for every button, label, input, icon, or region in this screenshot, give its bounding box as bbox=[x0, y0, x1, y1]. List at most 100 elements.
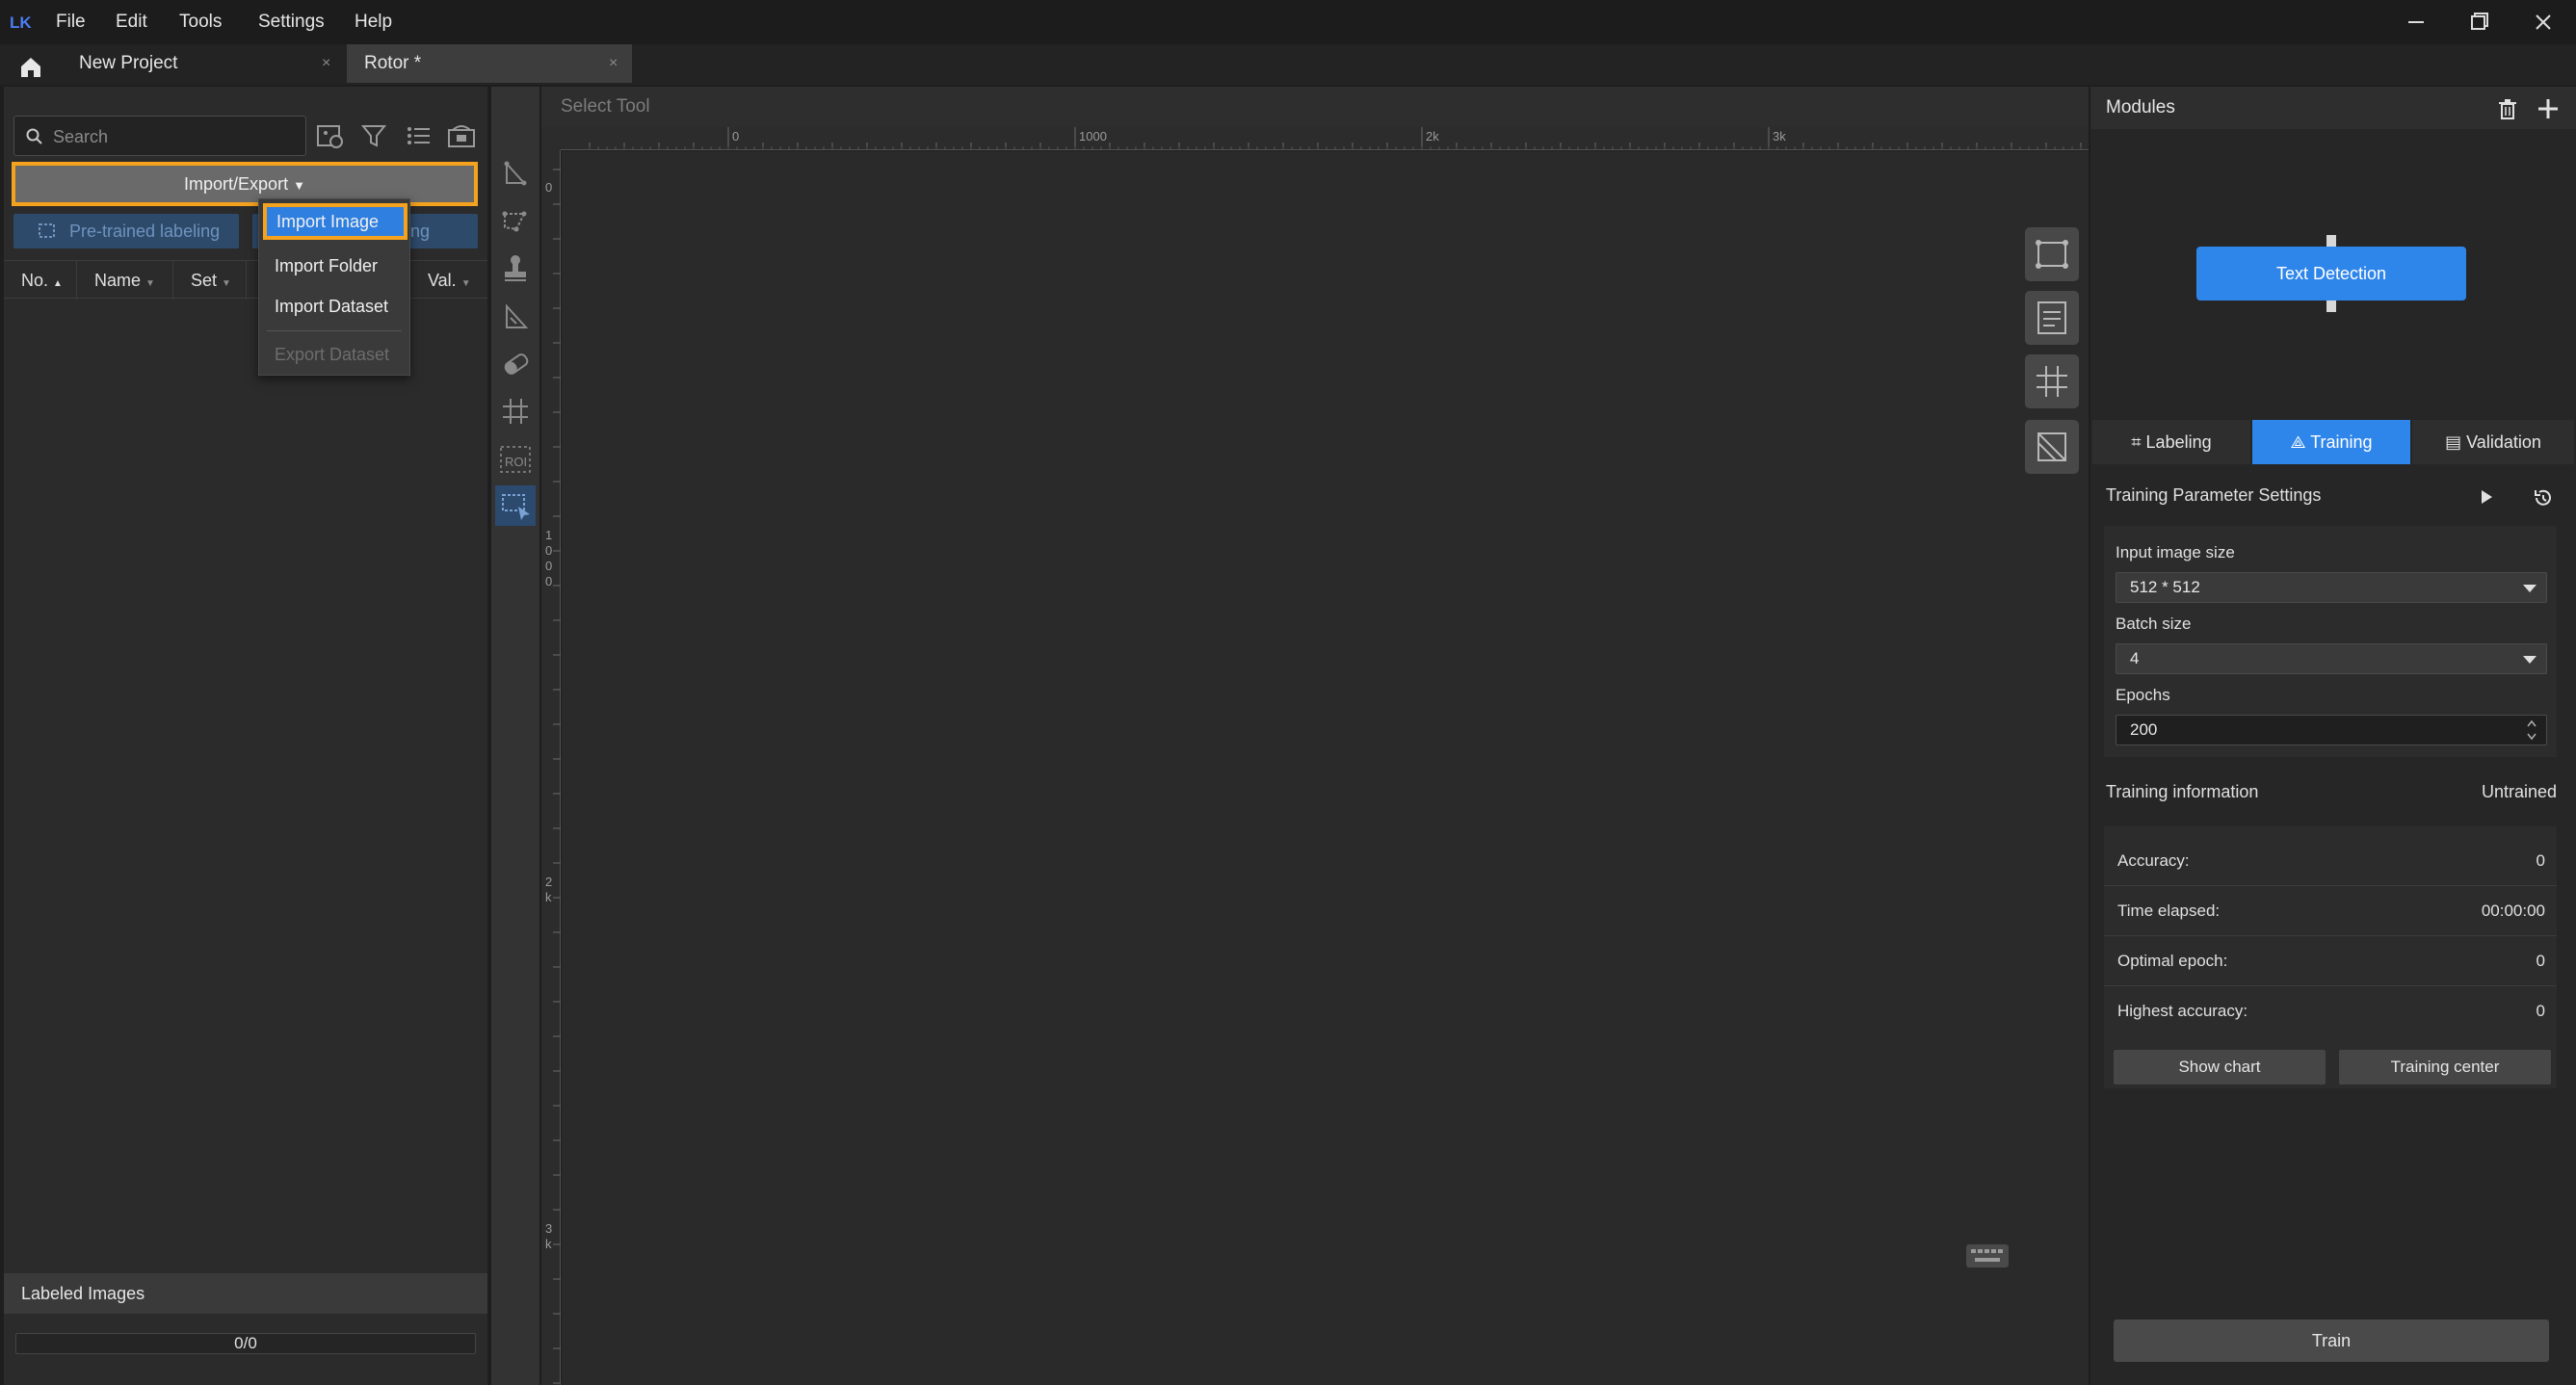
ruler-corner bbox=[541, 127, 561, 150]
menu-divider bbox=[267, 330, 402, 331]
batch-size-value: 4 bbox=[2130, 649, 2140, 667]
mask-tool-icon[interactable] bbox=[495, 297, 536, 337]
ruler-left-label: 3k bbox=[545, 1221, 553, 1251]
column-set[interactable]: Set ▼ bbox=[173, 261, 247, 300]
tab-label: New Project bbox=[79, 53, 178, 73]
info-row-optimal-epoch: Optimal epoch: 0 bbox=[2104, 936, 2557, 986]
tab-rotor[interactable]: Rotor * × bbox=[347, 44, 632, 83]
stepper-arrows-icon[interactable] bbox=[2525, 718, 2538, 743]
text-detection-module[interactable]: Text Detection bbox=[2196, 247, 2466, 301]
epochs-stepper[interactable]: 200 bbox=[2116, 715, 2547, 745]
column-val[interactable]: Val. ▼ bbox=[410, 261, 487, 300]
roi-tool-icon[interactable]: ROI bbox=[495, 439, 536, 480]
info-row-accuracy: Accuracy: 0 bbox=[2104, 836, 2557, 886]
add-icon[interactable] bbox=[2536, 96, 2561, 121]
epochs-value: 200 bbox=[2130, 720, 2158, 739]
ruler-left-label: 2k bbox=[545, 875, 553, 904]
labeled-images-title: Labeled Images bbox=[21, 1284, 145, 1303]
pretrained-labeling-label: Pre-trained labeling bbox=[69, 222, 221, 241]
canvas-toolbar: Select Tool bbox=[541, 87, 2089, 127]
import-export-menu: Import Image Import Folder Import Datase… bbox=[258, 198, 410, 376]
pretrained-labeling-icon bbox=[39, 223, 55, 238]
menu-export-dataset: Export Dataset bbox=[275, 345, 390, 364]
labeled-progress-text: 0/0 bbox=[234, 1334, 257, 1352]
delete-icon[interactable] bbox=[2495, 96, 2520, 121]
filter-icon[interactable] bbox=[358, 119, 391, 152]
menu-settings[interactable]: Settings bbox=[258, 0, 325, 44]
validation-icon: ▤ bbox=[2445, 432, 2462, 452]
training-parameter-settings-title: Training Parameter Settings bbox=[2106, 485, 2322, 505]
tab-new-project[interactable]: New Project × bbox=[62, 44, 343, 83]
tab-training[interactable]: ⟁ Training bbox=[2252, 420, 2410, 464]
modules-title: Modules bbox=[2106, 97, 2175, 118]
column-name[interactable]: Name ▼ bbox=[77, 261, 173, 300]
restore-icon[interactable] bbox=[2460, 8, 2499, 37]
text-detection-label: Text Detection bbox=[2275, 264, 2387, 283]
ruler-top-label: 2k bbox=[1426, 129, 1439, 144]
select-tool-icon[interactable] bbox=[495, 485, 536, 526]
ruler-top-label: 0 bbox=[732, 129, 740, 144]
menu-import-dataset[interactable]: Import Dataset bbox=[259, 288, 409, 325]
close-icon[interactable] bbox=[2524, 8, 2563, 37]
image-table-header: No. ▲ Name ▼ Set ▼ Val. ▼ bbox=[4, 260, 487, 300]
image-canvas[interactable] bbox=[562, 151, 2089, 1385]
polygon-tool-icon[interactable] bbox=[495, 154, 536, 195]
svg-text:LK: LK bbox=[10, 13, 32, 32]
modules-header: Modules bbox=[2090, 87, 2576, 129]
input-image-size-select[interactable]: 512 * 512 bbox=[2116, 572, 2547, 603]
search-field[interactable] bbox=[13, 116, 306, 156]
reset-icon[interactable] bbox=[2532, 487, 2553, 509]
keyboard-shortcuts-icon[interactable] bbox=[1963, 1237, 2011, 1275]
menu-import-folder[interactable]: Import Folder bbox=[259, 248, 409, 284]
chevron-down-icon bbox=[2523, 656, 2537, 664]
tab-label: Rotor * bbox=[364, 53, 422, 73]
module-input-port bbox=[2326, 235, 2336, 247]
info-row-highest-accuracy: Highest accuracy: 0 bbox=[2117, 1002, 2545, 1020]
grid-view-icon[interactable] bbox=[2025, 354, 2079, 408]
vertical-ruler: 0 1000 2k 3k bbox=[541, 150, 561, 1385]
bounding-box-view-icon[interactable] bbox=[2025, 227, 2079, 281]
camera-icon[interactable] bbox=[445, 119, 478, 152]
text-view-icon[interactable] bbox=[2025, 291, 2079, 345]
show-chart-button[interactable]: Show chart bbox=[2114, 1050, 2326, 1084]
pretrained-labeling-button[interactable]: Pre-trained labeling bbox=[13, 214, 239, 248]
ruler-top-label: 1000 bbox=[1079, 129, 1107, 144]
list-view-icon[interactable] bbox=[403, 119, 435, 152]
vertical-ruler-ticks bbox=[553, 169, 561, 1384]
labeling-icon: ⌗ bbox=[2131, 432, 2142, 452]
tab-close-icon[interactable]: × bbox=[609, 44, 618, 83]
column-number[interactable]: No. ▲ bbox=[4, 261, 77, 300]
labeled-images-bar: Labeled Images bbox=[4, 1273, 487, 1314]
tab-validation[interactable]: ▤ Validation bbox=[2412, 420, 2574, 464]
home-icon[interactable] bbox=[12, 50, 50, 83]
info-row-time-elapsed: Time elapsed: 00:00:00 bbox=[2104, 886, 2557, 936]
ruler-left-label: 1000 bbox=[545, 528, 553, 588]
mask-view-icon[interactable] bbox=[2025, 420, 2079, 474]
training-information-title: Training information bbox=[2106, 782, 2259, 801]
caret-down-icon: ▼ bbox=[293, 178, 305, 193]
module-output-port bbox=[2326, 301, 2336, 312]
menu-file[interactable]: File bbox=[56, 0, 86, 44]
labeled-progress-bar: 0/0 bbox=[15, 1333, 476, 1354]
menu-edit[interactable]: Edit bbox=[116, 0, 147, 44]
eraser-tool-icon[interactable] bbox=[495, 345, 536, 385]
training-status: Untrained bbox=[2482, 782, 2558, 801]
ruler-left-label: 0 bbox=[545, 180, 553, 195]
grid-tool-icon[interactable] bbox=[495, 391, 536, 431]
import-export-label: Import/Export bbox=[184, 174, 289, 194]
menu-import-image[interactable]: Import Image bbox=[263, 203, 407, 240]
tab-close-icon[interactable]: × bbox=[322, 44, 330, 83]
tab-labeling[interactable]: ⌗ Labeling bbox=[2092, 420, 2250, 464]
training-center-button[interactable]: Training center bbox=[2339, 1050, 2551, 1084]
batch-size-select[interactable]: 4 bbox=[2116, 643, 2547, 674]
minimize-icon[interactable] bbox=[2397, 8, 2435, 37]
menu-help[interactable]: Help bbox=[355, 0, 392, 44]
play-icon[interactable] bbox=[2478, 487, 2495, 507]
smart-polygon-tool-icon[interactable] bbox=[495, 202, 536, 243]
train-button[interactable]: Train bbox=[2114, 1320, 2549, 1362]
image-filter-icon[interactable] bbox=[314, 119, 347, 152]
search-input[interactable] bbox=[53, 124, 294, 149]
stamp-tool-icon[interactable] bbox=[495, 248, 536, 289]
menu-tools[interactable]: Tools bbox=[179, 0, 222, 44]
horizontal-ruler: 0 1000 2k 3k bbox=[561, 127, 2089, 150]
